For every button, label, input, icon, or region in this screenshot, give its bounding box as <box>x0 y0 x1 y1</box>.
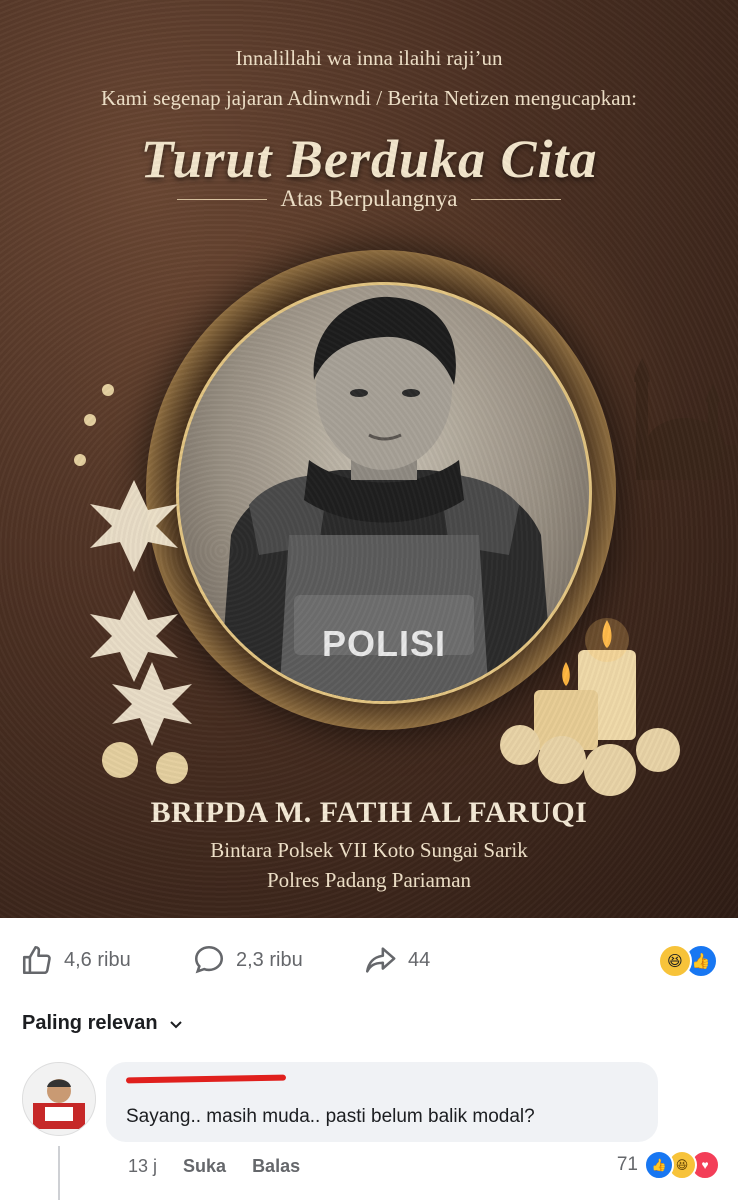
haha-icon: 😆 <box>658 944 692 978</box>
divider <box>176 198 267 200</box>
share-button[interactable]: 44 <box>362 943 430 977</box>
post-reactions[interactable]: 😆 👍 <box>658 944 718 978</box>
avatar-image <box>23 1063 95 1135</box>
comment-reactions[interactable]: 71 👍 😆 ♥ <box>617 1150 720 1180</box>
poster-line1: Innalillahi wa inna ilaihi raji’un <box>235 46 503 70</box>
like-icon: 👍 <box>644 1150 674 1180</box>
flower-decoration-left <box>74 384 192 784</box>
comment-bubble-icon <box>194 945 224 974</box>
memorial-poster-image[interactable]: Innalillahi wa inna ilaihi raji’un Kami … <box>0 0 738 918</box>
like-button[interactable]: 4,6 ribu <box>20 943 131 977</box>
post-action-bar: 4,6 ribu 2,3 ribu 44 😆 👍 <box>20 938 720 982</box>
like-count: 4,6 ribu <box>64 948 131 971</box>
avatar[interactable] <box>22 1062 96 1136</box>
poster-subtitle: Atas Berpulangnya <box>280 186 458 211</box>
comment-meta: 13 j Suka Balas <box>128 1156 300 1177</box>
poster-line2: Kami segenap jajaran Adinwndi / Berita N… <box>101 86 637 110</box>
share-count: 44 <box>408 948 431 971</box>
deceased-name: BRIPDA M. FATIH AL FARUQI <box>150 796 588 829</box>
comment-timestamp[interactable]: 13 j <box>128 1156 157 1177</box>
divider <box>471 198 562 200</box>
poster-title: Turut Berduka Cita <box>140 129 598 189</box>
comment-button[interactable]: 2,3 ribu <box>192 943 303 977</box>
vest-label: POLISI <box>321 623 447 664</box>
redacted-author-name <box>125 1074 287 1084</box>
comment-reaction-count: 71 <box>616 1154 638 1175</box>
mosque-silhouette <box>634 358 738 480</box>
deceased-unit: Polres Padang Pariaman <box>266 868 472 892</box>
thumbs-up-icon <box>22 945 51 975</box>
comment-bubble[interactable]: Sayang.. masih muda.. pasti belum balik … <box>106 1062 658 1142</box>
comment-like-button[interactable]: Suka <box>183 1156 226 1177</box>
comment-text: Sayang.. masih muda.. pasti belum balik … <box>126 1106 535 1127</box>
sort-label: Paling relevan <box>22 1012 158 1034</box>
candles-and-roses <box>500 618 680 796</box>
chevron-down-icon <box>169 1020 182 1028</box>
thread-line <box>58 1146 60 1200</box>
comment-count: 2,3 ribu <box>236 948 303 971</box>
deceased-role: Bintara Polsek VII Koto Sungai Sarik <box>210 838 528 862</box>
share-arrow-icon <box>365 947 396 973</box>
comment-reply-button[interactable]: Balas <box>252 1156 300 1177</box>
poster-subtitle-row: Atas Berpulangnya <box>0 186 738 212</box>
comment-sort-dropdown[interactable]: Paling relevan <box>22 1012 184 1035</box>
